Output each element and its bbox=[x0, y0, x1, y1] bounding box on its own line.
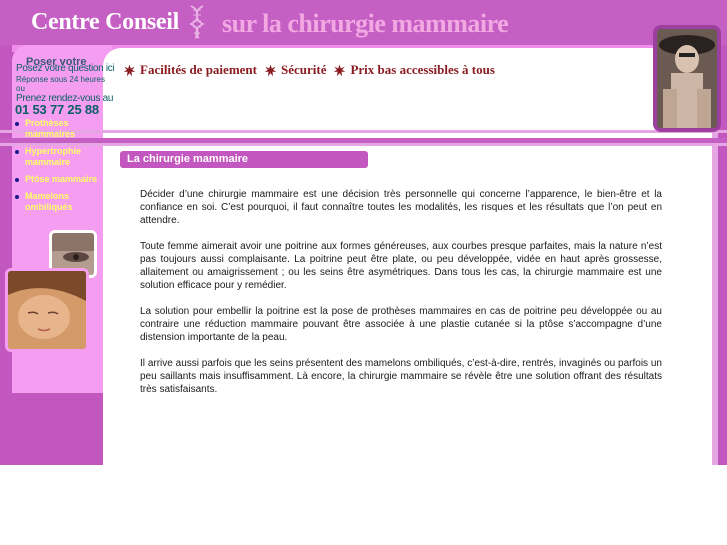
sidebar-item-mamelons[interactable]: Mamelons ombiliqués bbox=[13, 191, 101, 213]
divider-stripe-light-2 bbox=[0, 143, 727, 146]
feature-payment: Facilités de paiement bbox=[123, 62, 257, 78]
feature-security: Sécurité bbox=[264, 62, 326, 78]
woman-face-image bbox=[8, 271, 86, 349]
feature-label: Prix bas accessibles à tous bbox=[350, 62, 495, 77]
sidebar-item-protheses[interactable]: Prothèses mammaires bbox=[13, 118, 101, 140]
site-title[interactable]: Centre Conseil bbox=[31, 9, 179, 36]
dna-icon bbox=[189, 5, 205, 39]
article-paragraph: Toute femme aimerait avoir une poitrine … bbox=[140, 241, 662, 291]
site-subtitle: sur la chirurgie mammaire bbox=[222, 9, 509, 38]
woman-photo bbox=[5, 268, 89, 352]
woman-hat-photo bbox=[657, 29, 717, 128]
sidebar-item-ptose[interactable]: Ptôse mammaire bbox=[13, 174, 101, 185]
article-paragraph: Il arrive aussi parfois que les seins pr… bbox=[140, 358, 662, 395]
page: Centre Conseil sur la chirurgie mammaire… bbox=[0, 0, 727, 545]
feature-label: Sécurité bbox=[280, 62, 327, 77]
article-paragraph: Décider d’une chirurgie mammaire est une… bbox=[140, 189, 662, 226]
article-paragraph: La solution pour embellir la poitrine es… bbox=[140, 306, 662, 343]
divider-stripe-light bbox=[0, 130, 727, 133]
or-text: ou bbox=[16, 84, 25, 93]
features-bar: Facilités de paiement Sécurité Prix bas … bbox=[123, 62, 495, 78]
response-time-text: Réponse sous 24 heures bbox=[16, 75, 105, 84]
article-body: Décider d’une chirurgie mammaire est une… bbox=[140, 188, 662, 409]
star-icon bbox=[123, 64, 136, 76]
phone-number: 01 53 77 25 88 bbox=[15, 102, 99, 117]
section-title: La chirurgie mammaire bbox=[120, 151, 368, 168]
sidebar-nav: Prothèses mammaires Hypertrophie mammair… bbox=[13, 118, 101, 219]
feature-label: Facilités de paiement bbox=[140, 62, 257, 77]
star-icon bbox=[264, 64, 277, 76]
header-photo bbox=[653, 25, 721, 132]
star-icon bbox=[334, 64, 346, 76]
site-header: Centre Conseil sur la chirurgie mammaire bbox=[0, 0, 727, 45]
feature-price: Prix bas accessibles à tous bbox=[333, 62, 495, 78]
sidebar-item-hypertrophie[interactable]: Hypertrophie mammaire bbox=[13, 146, 101, 168]
ask-question-link[interactable]: Posez votre question ici bbox=[16, 63, 115, 74]
